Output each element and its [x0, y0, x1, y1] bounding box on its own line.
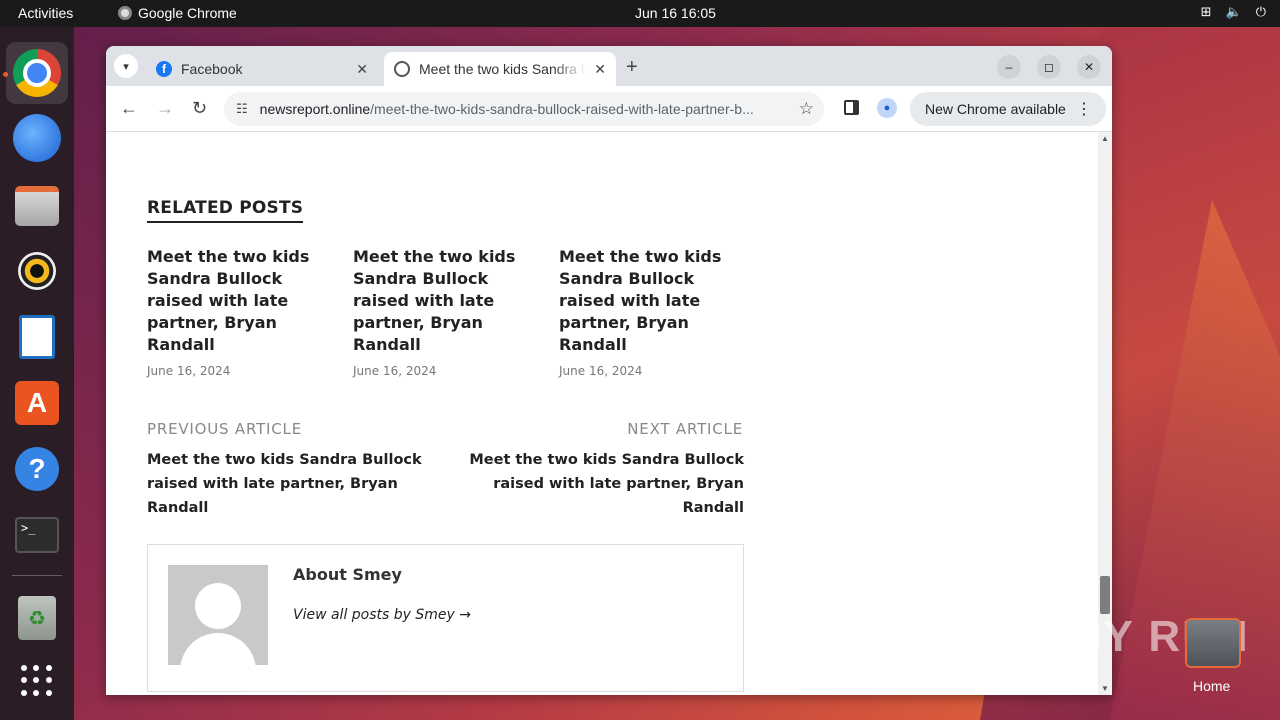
home-folder-icon[interactable]: [1185, 618, 1241, 668]
tab-strip: ▾ f Facebook ✕ Meet the two kids Sandra …: [106, 46, 1112, 86]
app-menu[interactable]: Google Chrome: [118, 5, 237, 21]
maximize-button[interactable]: ◻: [1037, 55, 1061, 79]
dock-software[interactable]: A: [13, 379, 61, 427]
previous-article-label: PREVIOUS ARTICLE: [147, 420, 302, 438]
software-store-icon: A: [15, 381, 59, 425]
new-tab-button[interactable]: +: [626, 56, 638, 79]
update-label: New Chrome available: [925, 101, 1066, 117]
related-post: Meet the two kids Sandra Bullock raised …: [559, 246, 745, 378]
related-post-title[interactable]: Meet the two kids Sandra Bullock raised …: [353, 246, 539, 356]
profile-icon[interactable]: ●: [877, 98, 897, 118]
dock-help[interactable]: ?: [13, 445, 61, 493]
author-posts-link[interactable]: View all posts by Smey →: [293, 607, 471, 623]
site-settings-icon[interactable]: ☷: [236, 101, 248, 117]
avatar: [168, 565, 268, 665]
related-post-date: June 16, 2024: [147, 364, 231, 378]
dock: A ? >_ ♻: [0, 27, 74, 720]
chrome-icon: [118, 6, 132, 20]
dock-trash[interactable]: ♻: [13, 594, 61, 642]
tab-title: Facebook: [181, 61, 243, 77]
close-icon[interactable]: ✕: [356, 61, 368, 78]
side-panel-icon[interactable]: [844, 100, 859, 115]
minimize-button[interactable]: –: [997, 55, 1021, 79]
scroll-up-icon[interactable]: ▲: [1101, 134, 1109, 143]
activities-button[interactable]: Activities: [18, 5, 73, 21]
dock-show-apps[interactable]: [13, 657, 61, 705]
facebook-icon: f: [156, 61, 172, 77]
next-article-link[interactable]: Meet the two kids Sandra Bullock raised …: [446, 448, 744, 520]
browser-window: ▾ f Facebook ✕ Meet the two kids Sandra …: [106, 46, 1112, 695]
author-heading: About Smey: [293, 565, 402, 584]
related-post-title[interactable]: Meet the two kids Sandra Bullock raised …: [559, 246, 745, 356]
related-post: Meet the two kids Sandra Bullock raised …: [147, 246, 333, 378]
tab-facebook[interactable]: f Facebook ✕: [146, 52, 378, 86]
related-post-title[interactable]: Meet the two kids Sandra Bullock raised …: [147, 246, 333, 356]
tab-title: Meet the two kids Sandra Bullock raised …: [419, 61, 587, 77]
page-scrollbar[interactable]: ▲ ▼: [1098, 132, 1112, 695]
update-chrome-button[interactable]: New Chrome available ⋮: [910, 92, 1106, 126]
related-post-date: June 16, 2024: [353, 364, 437, 378]
top-bar: Activities Google Chrome Jun 16 16:05 ⊞ …: [0, 0, 1280, 27]
bookmark-star-icon[interactable]: ☆: [799, 99, 814, 119]
dock-chrome[interactable]: [6, 42, 68, 104]
home-folder-label[interactable]: Home: [1193, 678, 1230, 694]
url-path: /meet-the-two-kids-sandra-bullock-raised…: [370, 101, 754, 117]
tab-search-button[interactable]: ▾: [114, 54, 138, 78]
dock-rhythmbox[interactable]: [13, 247, 61, 295]
close-icon[interactable]: ✕: [594, 61, 606, 78]
dock-writer[interactable]: [13, 313, 61, 361]
web-page: RELATED POSTS Meet the two kids Sandra B…: [106, 132, 1098, 695]
volume-icon: 🔈: [1225, 4, 1242, 19]
network-icon: ⊞: [1200, 4, 1212, 19]
dock-thunderbird[interactable]: [13, 114, 61, 162]
dock-files[interactable]: [13, 182, 61, 230]
chevron-down-icon: ▾: [123, 60, 129, 73]
close-window-button[interactable]: ✕: [1077, 55, 1101, 79]
app-name: Google Chrome: [138, 5, 237, 21]
author-box: About Smey View all posts by Smey →: [147, 544, 744, 692]
more-menu-icon[interactable]: ⋮: [1076, 99, 1092, 119]
writer-icon: [19, 315, 55, 359]
related-post-date: June 16, 2024: [559, 364, 643, 378]
address-bar[interactable]: ☷ newsreport.online /meet-the-two-kids-s…: [224, 92, 824, 126]
apps-grid-icon: [21, 665, 53, 697]
rhythmbox-icon: [18, 252, 56, 290]
dock-separator: [12, 575, 62, 576]
terminal-icon: >_: [15, 517, 59, 553]
tab-article[interactable]: Meet the two kids Sandra Bullock raised …: [384, 52, 616, 86]
related-posts-heading: RELATED POSTS: [147, 198, 304, 223]
trash-icon: ♻: [18, 596, 56, 640]
url-host: newsreport.online: [259, 101, 371, 117]
globe-icon: [394, 61, 410, 77]
scrollbar-thumb[interactable]: [1100, 576, 1110, 614]
next-article-label: NEXT ARTICLE: [627, 420, 743, 438]
scroll-down-icon[interactable]: ▼: [1101, 684, 1109, 693]
back-button[interactable]: ←: [120, 98, 138, 119]
previous-article-link[interactable]: Meet the two kids Sandra Bullock raised …: [147, 448, 447, 520]
chrome-icon: [13, 49, 61, 97]
forward-button[interactable]: →: [156, 98, 174, 119]
power-icon: ⏻: [1255, 4, 1266, 19]
related-post: Meet the two kids Sandra Bullock raised …: [353, 246, 539, 378]
browser-toolbar: ← → ↻ ☷ newsreport.online /meet-the-two-…: [106, 86, 1112, 132]
thunderbird-icon: [13, 114, 61, 162]
reload-button[interactable]: ↻: [192, 98, 207, 119]
help-icon: ?: [15, 447, 59, 491]
system-tray[interactable]: ⊞ 🔈 ⏻: [1201, 4, 1266, 20]
files-icon: [15, 186, 59, 226]
dock-terminal[interactable]: >_: [13, 511, 61, 559]
clock[interactable]: Jun 16 16:05: [635, 5, 716, 21]
